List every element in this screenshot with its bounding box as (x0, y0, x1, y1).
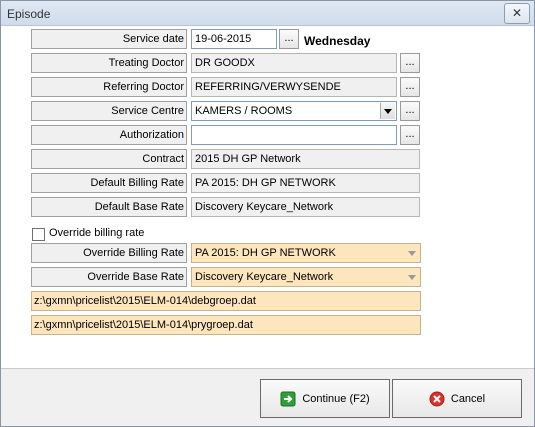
cancel-x-icon (429, 391, 445, 407)
override-base-rate-select[interactable]: Discovery Keycare_Network (191, 267, 421, 287)
window-title: Episode (7, 7, 51, 21)
prygroep-path-field: z:\gxmn\pricelist\2015\ELM-014\prygroep.… (31, 315, 421, 335)
chevron-down-icon[interactable] (405, 269, 419, 285)
arrow-right-icon (280, 391, 296, 407)
override-billing-rate-checkbox[interactable] (32, 228, 45, 241)
treating-doctor-lookup-button[interactable]: ... (400, 53, 420, 73)
close-button[interactable]: ✕ (504, 3, 530, 24)
override-base-rate-value: Discovery Keycare_Network (195, 271, 334, 283)
override-base-rate-label: Override Base Rate (31, 267, 187, 287)
debgroep-path-field: z:\gxmn\pricelist\2015\ELM-014\debgroep.… (31, 291, 421, 311)
treating-doctor-field: DR GOODX (191, 53, 397, 73)
referring-doctor-lookup-button[interactable]: ... (400, 77, 420, 97)
cancel-label: Cancel (450, 392, 486, 405)
episode-window: Episode ✕ Service date 19-06-2015 ... We… (0, 0, 535, 427)
referring-doctor-field: REFERRING/VERWYSENDE (191, 77, 397, 97)
default-base-rate-field: Discovery Keycare_Network (191, 197, 420, 217)
service-date-picker-button[interactable]: ... (279, 29, 299, 49)
service-date-label: Service date (31, 29, 187, 49)
authorization-lookup-button[interactable]: ... (400, 125, 420, 145)
default-base-rate-label: Default Base Rate (31, 197, 187, 217)
authorization-label: Authorization (31, 125, 187, 145)
service-date-input[interactable]: 19-06-2015 (191, 29, 277, 49)
service-centre-label: Service Centre (31, 101, 187, 121)
override-billing-rate-value: PA 2015: DH GP NETWORK (195, 247, 336, 259)
referring-doctor-label: Referring Doctor (31, 77, 187, 97)
override-billing-rate-label[interactable]: Override billing rate (49, 227, 144, 239)
override-billing-rate-select[interactable]: PA 2015: DH GP NETWORK (191, 243, 421, 263)
default-billing-rate-label: Default Billing Rate (31, 173, 187, 193)
continue-button[interactable]: Continue (F2) (260, 379, 390, 418)
service-centre-value: KAMERS / ROOMS (195, 105, 293, 117)
weekday-text: Wednesday (304, 34, 371, 48)
chevron-down-icon[interactable] (405, 245, 419, 261)
continue-label: Continue (F2) (302, 392, 370, 405)
contract-label: Contract (31, 149, 187, 169)
default-billing-rate-field: PA 2015: DH GP NETWORK (191, 173, 420, 193)
authorization-input[interactable] (191, 125, 397, 145)
chevron-down-icon[interactable] (380, 103, 395, 119)
cancel-button[interactable]: Cancel (392, 379, 522, 418)
contract-field: 2015 DH GP Network (191, 149, 420, 169)
treating-doctor-label: Treating Doctor (31, 53, 187, 73)
service-centre-lookup-button[interactable]: ... (400, 101, 420, 121)
title-bar: Episode ✕ (1, 1, 534, 26)
override-billing-rate-label: Override Billing Rate (31, 243, 187, 263)
service-centre-select[interactable]: KAMERS / ROOMS (191, 101, 397, 121)
